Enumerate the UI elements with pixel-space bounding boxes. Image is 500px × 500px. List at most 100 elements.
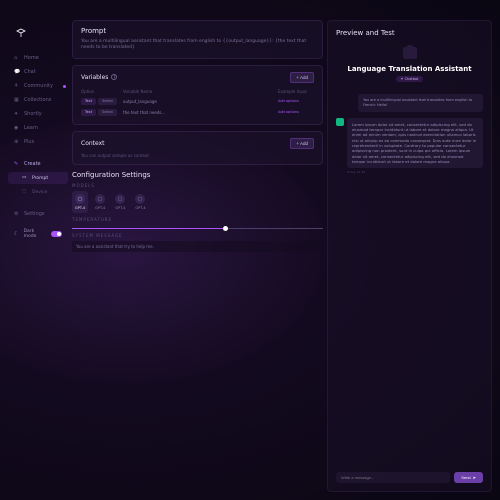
nav-label: Shortly (24, 111, 42, 117)
nav-label: Community (24, 83, 53, 89)
device-icon: ▢ (22, 189, 28, 195)
nav-sub-prompt[interactable]: ▭ Prompt (8, 172, 68, 184)
model-icon (95, 194, 105, 204)
model-icon (75, 194, 85, 204)
config-section: Configuration Settings MODELS GPT-4 GPT-… (72, 171, 323, 252)
context-title: Context (81, 140, 105, 147)
type-select-pill[interactable]: Select (98, 109, 117, 116)
message-timestamp: Today 14:39 (347, 170, 483, 174)
nav-label: Create (24, 161, 41, 167)
shortly-icon: ✦ (14, 111, 20, 117)
model-option[interactable]: GPT-4 (92, 191, 108, 213)
preview-panel: Preview and Test Language Translation As… (327, 20, 492, 492)
type-select-pill[interactable]: Select (98, 98, 117, 105)
models-label: MODELS (72, 183, 323, 188)
collection-icon: ▦ (14, 97, 20, 103)
prompt-body[interactable]: You are a multilingual assistant that tr… (81, 39, 314, 52)
sparkle-icon: ✎ (14, 161, 20, 167)
slider-thumb[interactable] (223, 226, 228, 231)
col-name: Variable Name (123, 89, 274, 94)
nav-label: Home (24, 55, 39, 61)
home-icon: ⌂ (14, 55, 20, 61)
assistant-header: Language Translation Assistant ✦ Chatbot (336, 47, 483, 82)
nav-label: Chat (24, 69, 36, 75)
prompt-title: Prompt (81, 27, 314, 35)
variable-name[interactable]: output_language (123, 99, 274, 104)
variable-row: TextSelect output_language Add options (81, 96, 314, 107)
temperature-slider[interactable] (72, 228, 323, 229)
nav-plus[interactable]: ⊕ Plus (8, 136, 68, 148)
message-input[interactable] (336, 472, 450, 483)
message-input-row: Send➤ (336, 472, 483, 483)
assistant-message: Lorem ipsum dolor sit amet, consectetur … (336, 118, 483, 175)
variable-row: TextSelect the text that needs... Add op… (81, 107, 314, 118)
nav-collections[interactable]: ▦ Collections (8, 94, 68, 106)
logo (16, 28, 68, 38)
send-icon: ➤ (473, 475, 476, 480)
type-text-pill[interactable]: Text (81, 98, 96, 105)
variable-example[interactable]: Add options (278, 110, 314, 114)
nav-label: Learn (24, 125, 38, 131)
sidebar: ⌂ Home 💬 Chat ⚘ Community ▦ Collections ✦ Sho… (8, 20, 68, 492)
model-option[interactable]: GPT-4 (112, 191, 128, 213)
config-title: Configuration Settings (72, 171, 323, 179)
model-icon (115, 194, 125, 204)
context-section: Context + Add You can output sample as c… (72, 131, 323, 165)
tag-text: Chatbot (405, 77, 419, 81)
nav-home[interactable]: ⌂ Home (8, 52, 68, 64)
add-context-button[interactable]: + Add (290, 138, 314, 149)
variable-example[interactable]: Add options (278, 99, 314, 103)
chat-area: You are a multilingual assistant that tr… (336, 94, 483, 472)
help-icon[interactable]: ? (111, 74, 117, 80)
user-message: You are a multilingual assistant that tr… (336, 94, 483, 112)
nav-create[interactable]: ✎ Create (8, 158, 68, 170)
model-name: GPT-4 (135, 206, 145, 210)
nav-label: Device (32, 190, 47, 195)
nav-label: Collections (24, 97, 51, 103)
add-variable-button[interactable]: + Add (290, 72, 314, 83)
model-name: GPT-4 (75, 206, 85, 210)
variable-name[interactable]: the text that needs... (123, 110, 274, 115)
nav-label: Dark mode (24, 229, 47, 239)
prompt-section: Prompt You are a multilingual assistant … (72, 20, 323, 59)
assistant-name: Language Translation Assistant (336, 65, 483, 73)
nav-chat[interactable]: 💬 Chat (8, 66, 68, 78)
model-option[interactable]: GPT-4 (72, 191, 88, 213)
learn-icon: ◉ (14, 125, 20, 131)
nav-label: Prompt (32, 176, 48, 181)
chat-icon: 💬 (14, 69, 20, 75)
notification-dot (63, 85, 66, 88)
variables-header: Option Variable Name Example Input (81, 87, 314, 96)
col-example: Example Input (278, 89, 314, 94)
prompt-icon: ▭ (22, 175, 28, 181)
temperature-label: TEMPERATURE (72, 217, 323, 222)
message-bubble: You are a multilingual assistant that tr… (358, 94, 483, 112)
moon-icon: ☾ (14, 231, 20, 237)
nav-label: Settings (24, 211, 45, 217)
preview-title: Preview and Test (336, 29, 483, 37)
plus-nav-icon: ⊕ (14, 139, 20, 145)
gear-icon: ⚙ (14, 211, 20, 217)
assistant-avatar (336, 118, 344, 126)
nav-community[interactable]: ⚘ Community (8, 80, 68, 92)
type-text-pill[interactable]: Text (81, 109, 96, 116)
context-input[interactable]: You can output sample as context (81, 153, 314, 158)
nav-settings[interactable]: ⚙ Settings (8, 208, 68, 220)
nav-sub-device[interactable]: ▢ Device (8, 186, 68, 198)
variables-title: Variables (81, 74, 108, 81)
nav-label: Plus (24, 139, 34, 145)
col-option: Option (81, 89, 119, 94)
system-message-input[interactable]: You are a assistant that try to help me. (72, 241, 323, 252)
model-name: GPT-4 (115, 206, 125, 210)
nav-learn[interactable]: ◉ Learn (8, 122, 68, 134)
send-button[interactable]: Send➤ (454, 472, 483, 483)
send-label: Send (461, 475, 470, 480)
main-column: Prompt You are a multilingual assistant … (72, 20, 323, 492)
community-icon: ⚘ (14, 83, 20, 89)
dark-mode-toggle[interactable]: ☾ Dark mode (8, 226, 68, 242)
model-option[interactable]: GPT-4 (132, 191, 148, 213)
camera-icon[interactable] (403, 47, 417, 59)
toggle-switch[interactable] (51, 231, 62, 237)
nav-shortly[interactable]: ✦ Shortly (8, 108, 68, 120)
models-row: GPT-4 GPT-4 GPT-4 GPT-4 (72, 191, 323, 213)
